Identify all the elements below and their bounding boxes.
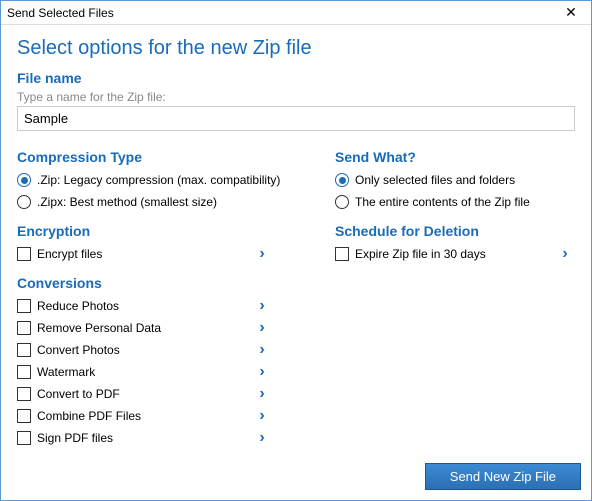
- checkbox-icon: [17, 387, 31, 401]
- send-new-zip-button[interactable]: Send New Zip File: [425, 463, 581, 490]
- dialog-content: Select options for the new Zip file File…: [1, 25, 591, 455]
- chevron-right-icon[interactable]: ›: [555, 245, 575, 263]
- titlebar: Send Selected Files ✕: [1, 1, 591, 25]
- sendwhat-heading: Send What?: [335, 149, 575, 165]
- chevron-right-icon[interactable]: ›: [252, 297, 272, 315]
- encrypt-files-row[interactable]: Encrypt files ›: [17, 243, 272, 265]
- close-button[interactable]: ✕: [551, 1, 591, 25]
- checkbox-icon: [17, 365, 31, 379]
- checkbox-icon: [17, 409, 31, 423]
- filename-heading: File name: [17, 70, 575, 86]
- chevron-right-icon[interactable]: ›: [252, 407, 272, 425]
- schedule-heading: Schedule for Deletion: [335, 223, 575, 239]
- schedule-expire-row[interactable]: Expire Zip file in 30 days ›: [335, 243, 575, 265]
- sendwhat-option-selected[interactable]: Only selected files and folders: [335, 169, 575, 191]
- conversion-convert-pdf[interactable]: Convert to PDF ›: [17, 383, 272, 405]
- main-heading: Select options for the new Zip file: [17, 37, 575, 60]
- conversion-convert-photos[interactable]: Convert Photos ›: [17, 339, 272, 361]
- checkbox-icon: [17, 321, 31, 335]
- radio-label: .Zipx: Best method (smallest size): [37, 195, 217, 209]
- filename-hint: Type a name for the Zip file:: [17, 90, 575, 104]
- radio-icon: [17, 173, 31, 187]
- sendwhat-option-entire[interactable]: The entire contents of the Zip file: [335, 191, 575, 213]
- checkbox-label: Convert to PDF: [37, 387, 252, 401]
- conversion-remove-personal-data[interactable]: Remove Personal Data ›: [17, 317, 272, 339]
- filename-input[interactable]: [17, 106, 575, 131]
- checkbox-label: Remove Personal Data: [37, 321, 252, 335]
- chevron-right-icon[interactable]: ›: [252, 245, 272, 263]
- conversions-heading: Conversions: [17, 275, 335, 291]
- conversion-combine-pdf[interactable]: Combine PDF Files ›: [17, 405, 272, 427]
- checkbox-icon: [17, 343, 31, 357]
- conversion-watermark[interactable]: Watermark ›: [17, 361, 272, 383]
- checkbox-label: Convert Photos: [37, 343, 252, 357]
- compression-option-zipx[interactable]: .Zipx: Best method (smallest size): [17, 191, 335, 213]
- checkbox-label: Sign PDF files: [37, 431, 252, 445]
- chevron-right-icon[interactable]: ›: [252, 429, 272, 447]
- checkbox-label: Combine PDF Files: [37, 409, 252, 423]
- radio-icon: [335, 173, 349, 187]
- radio-icon: [335, 195, 349, 209]
- compression-heading: Compression Type: [17, 149, 335, 165]
- chevron-right-icon[interactable]: ›: [252, 341, 272, 359]
- chevron-right-icon[interactable]: ›: [252, 319, 272, 337]
- checkbox-icon: [17, 431, 31, 445]
- conversion-sign-pdf[interactable]: Sign PDF files ›: [17, 427, 272, 449]
- right-column: Send What? Only selected files and folde…: [335, 143, 575, 449]
- encryption-heading: Encryption: [17, 223, 335, 239]
- dialog-footer: Send New Zip File: [1, 455, 591, 500]
- conversion-reduce-photos[interactable]: Reduce Photos ›: [17, 295, 272, 317]
- left-column: Compression Type .Zip: Legacy compressio…: [17, 143, 335, 449]
- checkbox-label: Encrypt files: [37, 247, 252, 261]
- radio-label: .Zip: Legacy compression (max. compatibi…: [37, 173, 280, 187]
- radio-label: Only selected files and folders: [355, 173, 515, 187]
- checkbox-label: Watermark: [37, 365, 252, 379]
- checkbox-icon: [335, 247, 349, 261]
- chevron-right-icon[interactable]: ›: [252, 363, 272, 381]
- chevron-right-icon[interactable]: ›: [252, 385, 272, 403]
- checkbox-icon: [17, 299, 31, 313]
- radio-icon: [17, 195, 31, 209]
- checkbox-label: Reduce Photos: [37, 299, 252, 313]
- checkbox-label: Expire Zip file in 30 days: [355, 247, 555, 261]
- radio-label: The entire contents of the Zip file: [355, 195, 530, 209]
- window-title: Send Selected Files: [7, 6, 551, 20]
- compression-option-zip[interactable]: .Zip: Legacy compression (max. compatibi…: [17, 169, 335, 191]
- checkbox-icon: [17, 247, 31, 261]
